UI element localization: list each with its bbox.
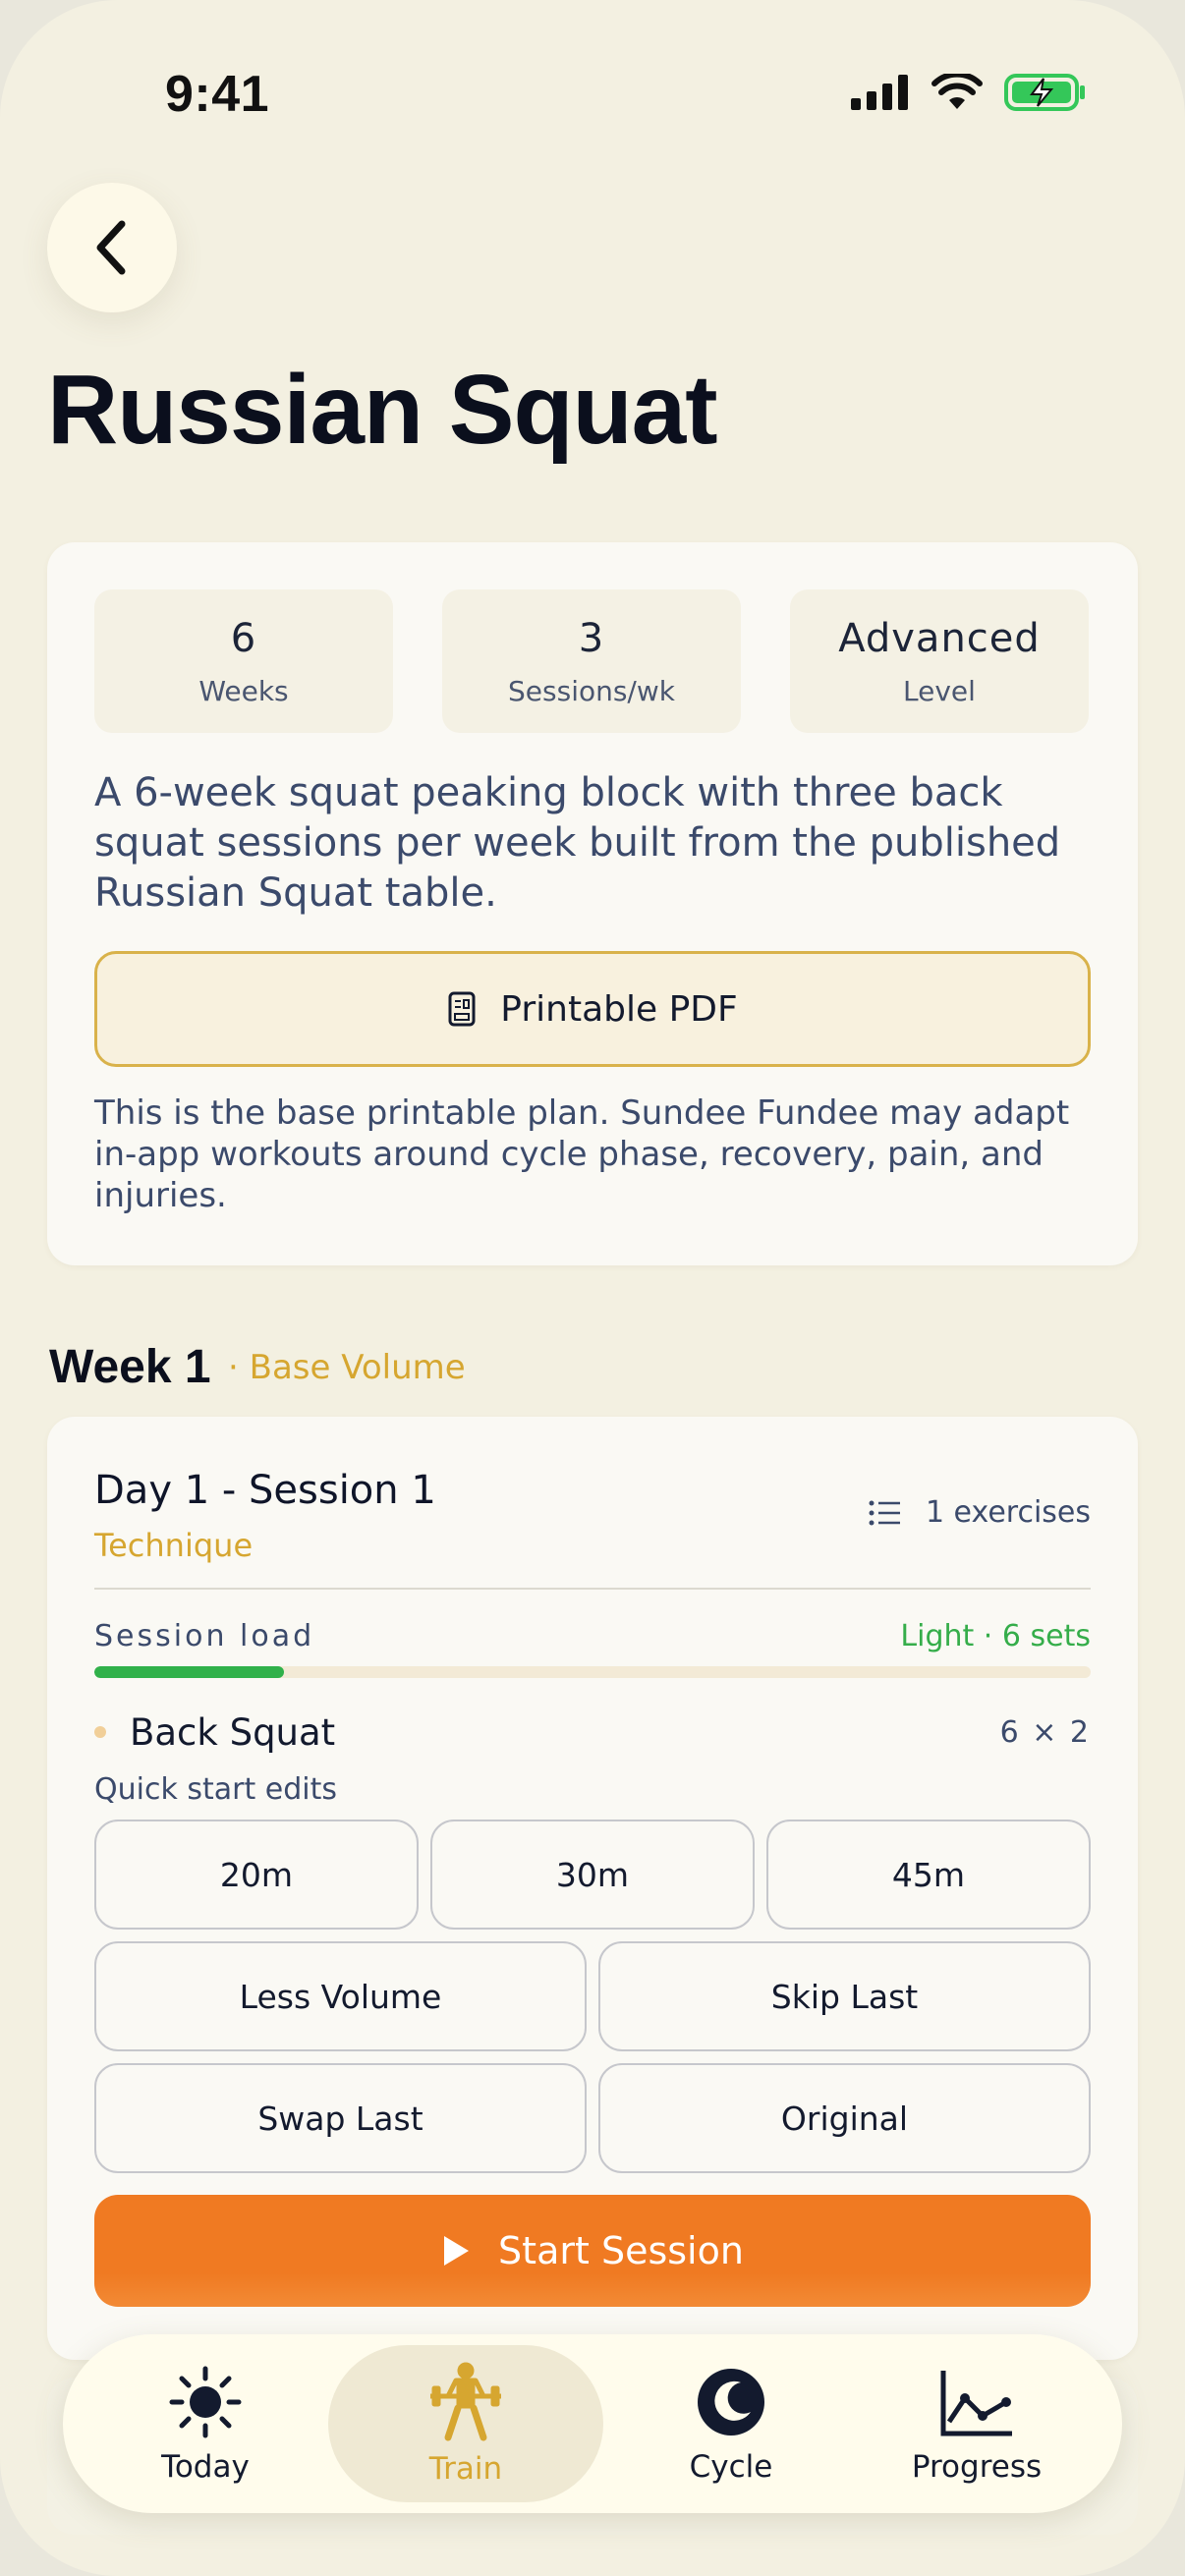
program-overview-card: 6 Weeks 3 Sessions/wk Advanced Level A 6…	[47, 542, 1138, 1265]
tab-bar: Today Train Cycle Progress	[63, 2334, 1122, 2513]
stat-label: Sessions/wk	[508, 674, 675, 707]
pdf-document-icon	[448, 991, 476, 1027]
wifi-icon	[931, 74, 983, 109]
time-chip-20m[interactable]: 20m	[94, 1820, 419, 1930]
chevron-left-icon	[96, 220, 126, 275]
quick-start-label: Quick start edits	[94, 1772, 338, 1807]
exercise-dot	[94, 1726, 106, 1738]
tab-progress[interactable]: Progress	[869, 2334, 1085, 2513]
tab-today[interactable]: Today	[102, 2334, 309, 2513]
status-icons	[851, 73, 1087, 112]
play-icon	[444, 2236, 470, 2266]
exercise-name: Back Squat	[130, 1710, 336, 1754]
original-button[interactable]: Original	[598, 2063, 1091, 2173]
sun-icon	[169, 2366, 242, 2438]
week-title: Week 1	[49, 1341, 211, 1393]
session-load-label: Session load	[94, 1619, 315, 1653]
signal-icon	[851, 75, 908, 110]
swap-last-button[interactable]: Swap Last	[94, 2063, 587, 2173]
session-load-value: Light · 6 sets	[900, 1619, 1091, 1653]
plan-note: This is the base printable plan. Sundee …	[94, 1093, 1070, 1215]
session-card: Day 1 - Session 1 Technique 1 exercises …	[47, 1417, 1138, 2360]
status-time: 9:41	[165, 66, 270, 123]
tab-train[interactable]: Train	[328, 2345, 603, 2502]
page-title: Russian Squat	[47, 355, 718, 465]
time-chip-45m[interactable]: 45m	[766, 1820, 1091, 1930]
skip-last-button[interactable]: Skip Last	[598, 1941, 1091, 2051]
moon-icon	[698, 2369, 764, 2436]
less-volume-button[interactable]: Less Volume	[94, 1941, 587, 2051]
session-subtitle: Technique	[94, 1527, 254, 1564]
session-title: Day 1 - Session 1	[94, 1468, 436, 1513]
pdf-button-label: Printable PDF	[500, 988, 738, 1030]
printable-pdf-button[interactable]: Printable PDF	[94, 951, 1091, 1067]
program-description: A 6-week squat peaking block with three …	[94, 770, 1061, 916]
tab-label: Today	[161, 2449, 250, 2485]
stat-label: Level	[903, 674, 976, 707]
barbell-lifter-icon	[430, 2362, 501, 2441]
week-subtitle: · Base Volume	[228, 1348, 466, 1387]
tab-cycle[interactable]: Cycle	[633, 2334, 829, 2513]
divider	[94, 1588, 1091, 1590]
stat-value: 3	[578, 615, 605, 661]
tab-label: Cycle	[689, 2449, 773, 2485]
exercise-count: 1 exercises	[869, 1495, 1091, 1530]
tab-label: Train	[428, 2451, 503, 2487]
time-chip-30m[interactable]: 30m	[430, 1820, 755, 1930]
stat-label: Weeks	[198, 674, 289, 707]
stat-weeks: 6 Weeks	[94, 589, 393, 733]
stat-value: Advanced	[838, 615, 1041, 661]
stat-sessions: 3 Sessions/wk	[442, 589, 741, 733]
tab-label: Progress	[911, 2449, 1043, 2485]
stats-row: 6 Weeks 3 Sessions/wk Advanced Level	[94, 589, 1089, 733]
screen: 9:41 Russian Squat 6 Weeks 3 Sessions/wk…	[0, 0, 1185, 2576]
back-button[interactable]	[47, 183, 177, 312]
exercise-row: Back Squat 6 × 2	[94, 1708, 1091, 1757]
start-session-button[interactable]: Start Session	[94, 2195, 1091, 2307]
start-session-label: Start Session	[498, 2229, 744, 2272]
battery-charging-icon	[1004, 74, 1085, 111]
exercise-count-label: 1 exercises	[925, 1495, 1091, 1530]
chart-line-icon	[940, 2371, 1012, 2436]
stat-level: Advanced Level	[790, 589, 1089, 733]
list-icon	[869, 1500, 900, 1525]
exercise-sets: 6 × 2	[999, 1714, 1091, 1750]
stat-value: 6	[230, 615, 257, 661]
session-load-bar	[94, 1666, 1091, 1678]
session-load-fill	[94, 1666, 284, 1678]
